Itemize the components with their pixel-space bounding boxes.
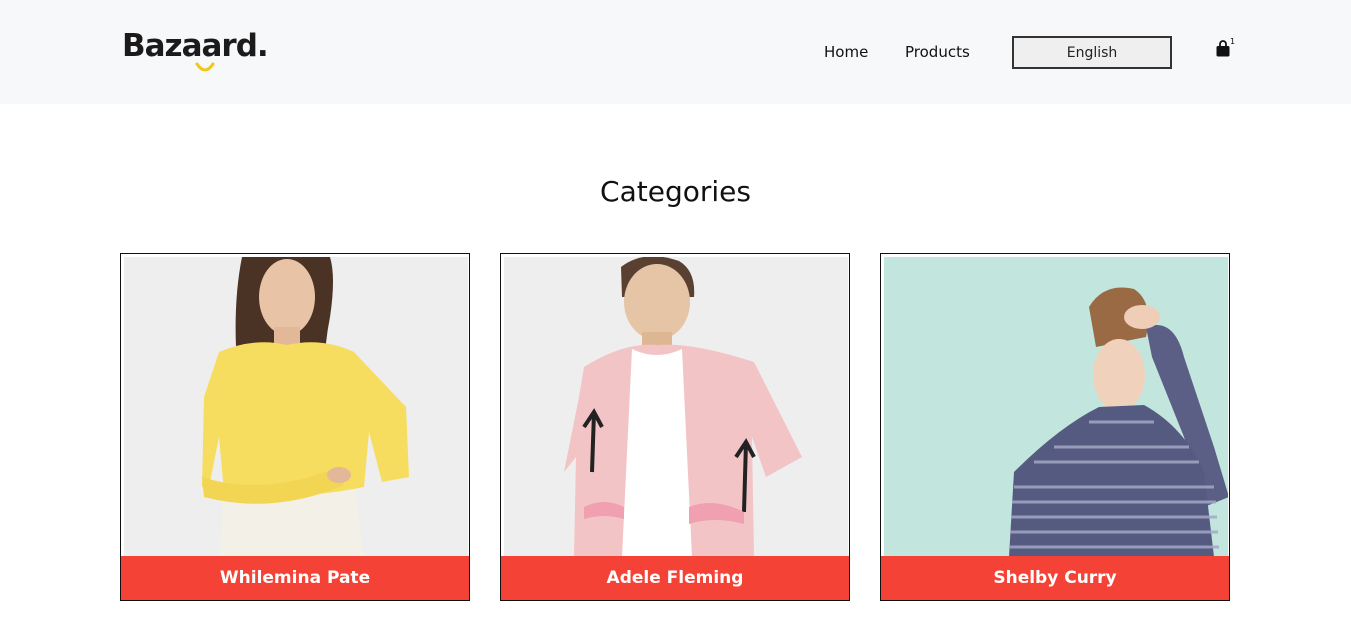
category-image-man-pink-palm-shirt	[504, 257, 848, 557]
logo-smile-icon	[195, 62, 215, 72]
site-header: Bazaard. Home Products English 1	[0, 0, 1351, 104]
nav-products-link[interactable]: Products	[905, 42, 970, 62]
category-card[interactable]: Adele Fleming	[500, 253, 850, 601]
page-title: Categories	[600, 175, 751, 208]
category-label: Whilemina Pate	[121, 556, 469, 600]
category-card[interactable]: Shelby Curry	[880, 253, 1230, 601]
cart-count-badge: 1	[1230, 37, 1236, 46]
language-select-value: English	[1066, 44, 1118, 61]
category-image-man-striped-turtleneck	[884, 257, 1228, 557]
language-select[interactable]: English	[1012, 36, 1172, 69]
category-label: Adele Fleming	[501, 556, 849, 600]
category-card[interactable]: Whilemina Pate	[120, 253, 470, 601]
category-label: Shelby Curry	[881, 556, 1229, 600]
shopping-bag-icon[interactable]	[1215, 40, 1231, 58]
category-image-woman-yellow-blouse	[124, 257, 468, 557]
nav-home-link[interactable]: Home	[824, 42, 868, 62]
logo[interactable]: Bazaard.	[122, 28, 269, 64]
